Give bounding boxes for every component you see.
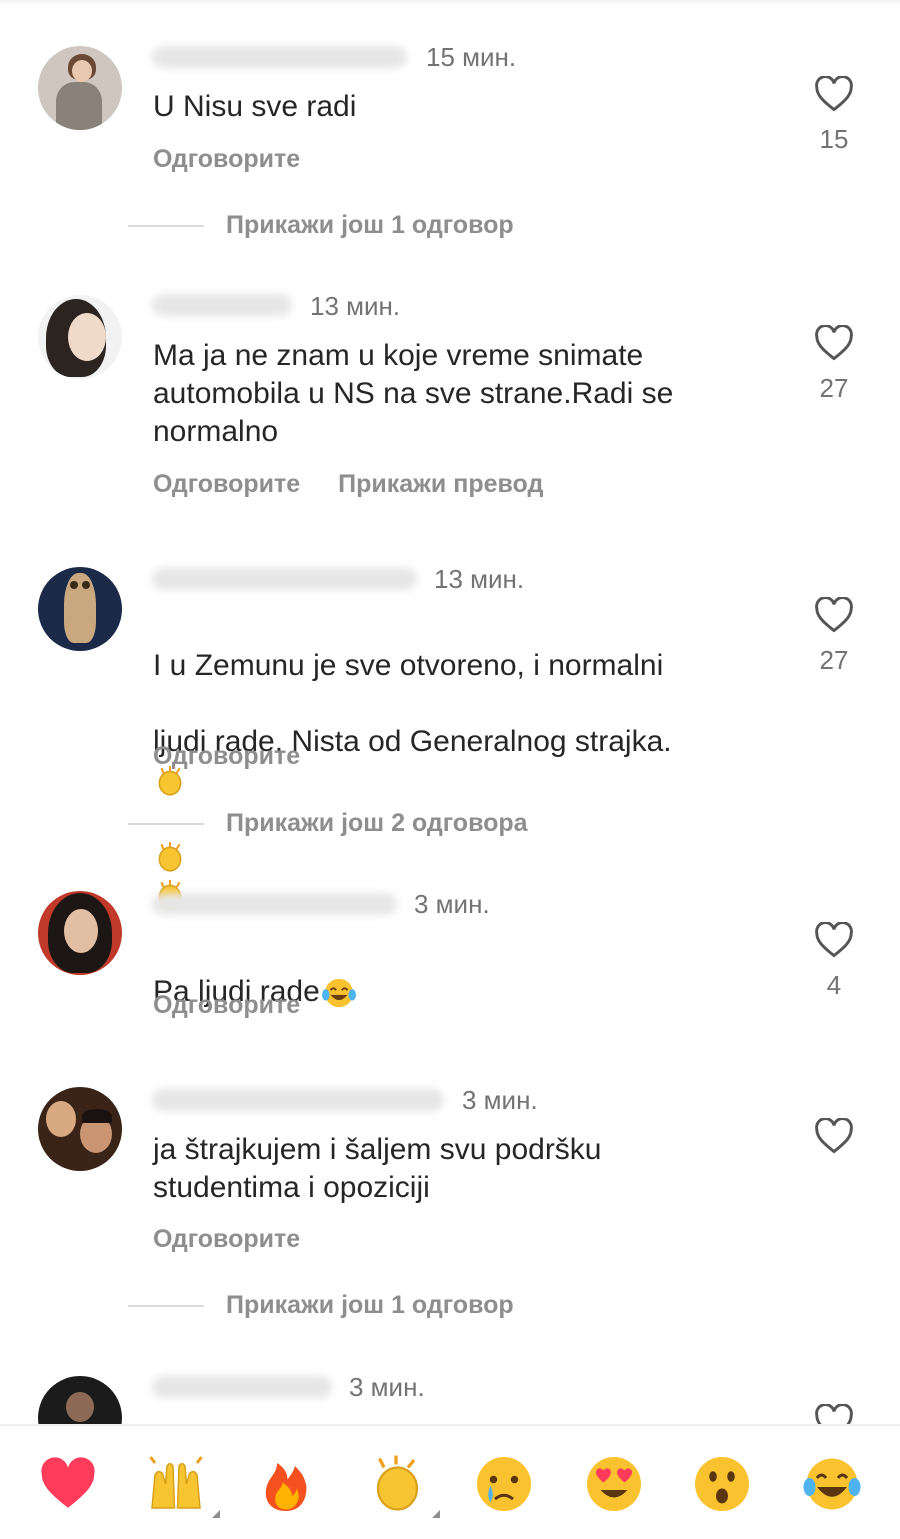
comment-time: 15 мин.: [426, 42, 517, 72]
comment-time: 13 мин.: [310, 291, 401, 321]
view-replies-button[interactable]: Прикажи још 2 одговора: [128, 809, 528, 838]
raising-hands-icon[interactable]: [146, 1454, 220, 1518]
username-blurred[interactable]: [152, 568, 417, 590]
divider-line: [128, 823, 204, 826]
red-heart-icon[interactable]: [38, 1454, 98, 1514]
like-button[interactable]: 27: [812, 325, 856, 404]
clapping-hands-icon[interactable]: [366, 1454, 440, 1518]
view-replies-label[interactable]: Прикажи још 2 одговора: [226, 809, 528, 837]
comment-text: U Nisu sve radi: [153, 90, 357, 123]
like-count: 15: [819, 124, 849, 154]
crying-face-icon[interactable]: [474, 1454, 534, 1514]
reply-button[interactable]: Одговорите: [153, 145, 300, 173]
heart-outline-icon[interactable]: [814, 922, 854, 958]
comment-actions: Одговорите: [153, 145, 338, 174]
avatar[interactable]: [38, 1087, 122, 1171]
reply-button[interactable]: Одговорите: [153, 742, 300, 770]
heart-outline-icon[interactable]: [814, 325, 854, 361]
reply-button[interactable]: Одговорите: [153, 991, 300, 1019]
comment-text-line-1: I u Zemunu je sve otvoreno, i normalni: [153, 649, 664, 682]
comment-time: 3 мин.: [349, 1372, 425, 1402]
view-replies-label[interactable]: Прикажи још 1 одговор: [226, 211, 514, 239]
like-count: 4: [826, 970, 842, 1000]
emoji-reaction-bar: [0, 1424, 900, 1539]
comment-actions: Одговорите: [153, 742, 338, 771]
like-button[interactable]: 4: [812, 922, 856, 1001]
avatar[interactable]: [38, 891, 122, 975]
reply-button[interactable]: Одговорите: [153, 470, 300, 498]
username-blurred[interactable]: [152, 46, 407, 68]
comment-actions: Одговорите: [153, 1225, 338, 1254]
like-button[interactable]: 15: [812, 76, 856, 155]
view-replies-button[interactable]: Прикажи још 1 одговор: [128, 211, 514, 240]
heart-outline-icon[interactable]: [814, 76, 854, 112]
like-button[interactable]: 27: [812, 597, 856, 676]
comment-actions: Одговорите: [153, 991, 338, 1020]
top-edge: [0, 0, 900, 6]
avatar[interactable]: [38, 295, 122, 379]
username-blurred[interactable]: [152, 1089, 444, 1111]
like-count: 27: [819, 373, 849, 403]
username-blurred[interactable]: [152, 1376, 332, 1398]
like-count: 27: [819, 645, 849, 675]
comment-time: 3 мин.: [414, 889, 490, 919]
view-replies-label[interactable]: Прикажи још 1 одговор: [226, 1291, 514, 1319]
show-translation-button[interactable]: Прикажи превод: [338, 470, 543, 498]
heart-outline-icon[interactable]: [814, 597, 854, 633]
clapping-hands-icon: [158, 842, 182, 872]
comment-actions: Одговорите Прикажи превод: [153, 470, 581, 499]
fire-icon[interactable]: [256, 1454, 316, 1514]
divider-line: [128, 1305, 204, 1308]
heart-outline-icon[interactable]: [814, 1118, 854, 1154]
variant-indicator: [212, 1510, 220, 1518]
reply-button[interactable]: Одговорите: [153, 1225, 300, 1253]
comment-time: 3 мин.: [462, 1085, 538, 1115]
avatar[interactable]: [38, 46, 122, 130]
like-button[interactable]: [812, 1118, 856, 1154]
tears-of-joy-icon[interactable]: [802, 1454, 862, 1514]
view-replies-button[interactable]: Прикажи још 1 одговор: [128, 1291, 514, 1320]
comment-time: 13 мин.: [434, 564, 525, 594]
comment-text: ja štrajkujem i šaljem svu podršku stude…: [153, 1133, 602, 1204]
comment-text: Ma ja ne znam u koje vreme snimate autom…: [153, 339, 674, 448]
username-blurred[interactable]: [152, 294, 292, 316]
surprised-face-icon[interactable]: [692, 1454, 752, 1514]
heart-eyes-icon[interactable]: [584, 1454, 644, 1514]
variant-indicator: [432, 1510, 440, 1518]
username-blurred[interactable]: [152, 893, 397, 915]
divider-line: [128, 225, 204, 228]
avatar[interactable]: [38, 567, 122, 651]
